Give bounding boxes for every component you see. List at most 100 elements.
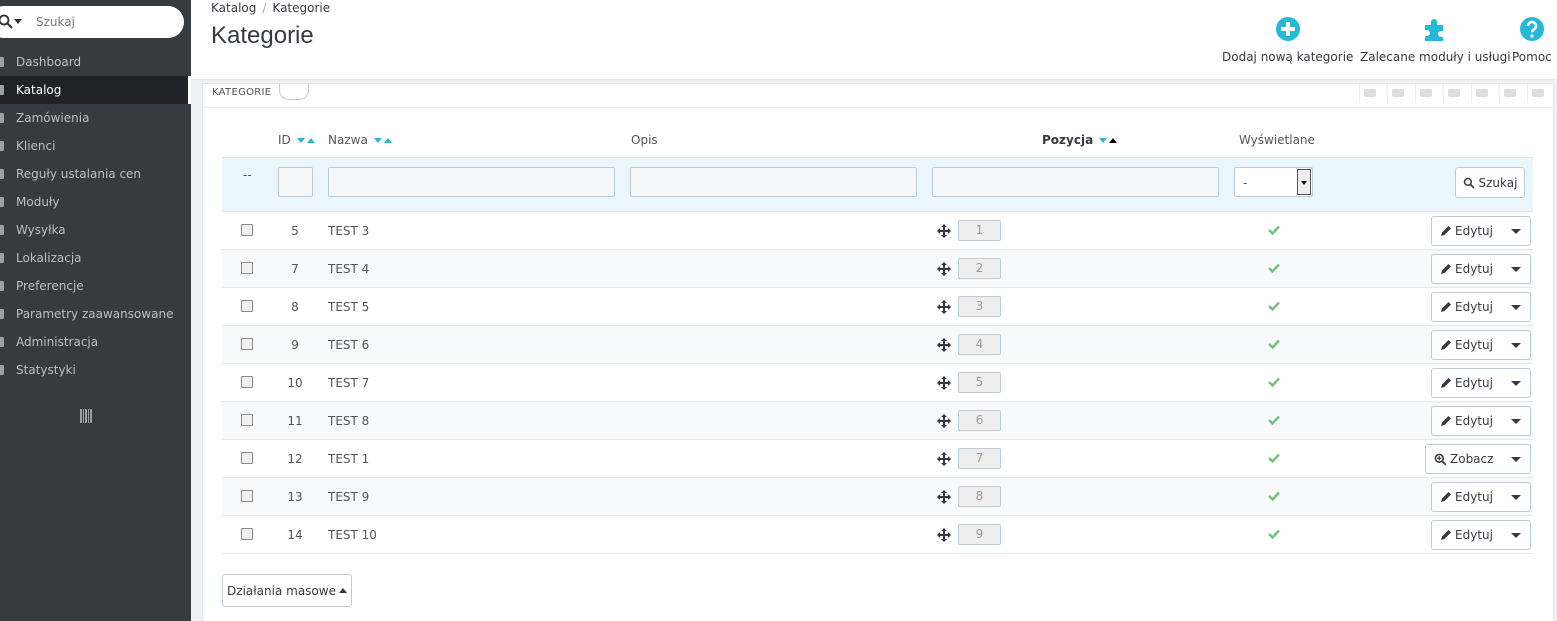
- filter-search-button[interactable]: Szukaj: [1455, 167, 1525, 198]
- cell-name: TEST 3: [328, 224, 370, 238]
- row-action-dropdown-toggle[interactable]: [1502, 369, 1530, 397]
- sidebar-item-statystyki[interactable]: Statystyki: [0, 356, 191, 384]
- sidebar-menu: Dashboard Katalog Zamówienia Klienci Reguły …: [0, 48, 191, 384]
- row-checkbox[interactable]: [241, 262, 253, 274]
- row-checkbox[interactable]: [241, 300, 253, 312]
- check-icon[interactable]: [1268, 377, 1280, 387]
- check-icon[interactable]: [1268, 225, 1280, 235]
- drag-handle-icon[interactable]: [937, 376, 951, 390]
- breadcrumb-item-katalog[interactable]: Katalog: [211, 1, 256, 15]
- check-icon[interactable]: [1268, 339, 1280, 349]
- edit-button[interactable]: Edytuj: [1432, 407, 1502, 435]
- recommended-modules-button[interactable]: Zalecane moduły i usługi: [1360, 16, 1511, 64]
- edit-button[interactable]: Edytuj: [1432, 331, 1502, 359]
- drag-handle-icon[interactable]: [937, 414, 951, 428]
- edit-button[interactable]: Edytuj: [1432, 217, 1502, 245]
- sort-asc-icon[interactable]: [306, 138, 315, 143]
- row-action-dropdown-toggle[interactable]: [1502, 521, 1530, 549]
- drag-handle-icon[interactable]: [937, 490, 951, 504]
- database-icon[interactable]: [1527, 84, 1547, 102]
- select-arrow-icon[interactable]: [1297, 169, 1311, 195]
- edit-button[interactable]: Edytuj: [1432, 521, 1502, 549]
- check-icon[interactable]: [1268, 453, 1280, 463]
- sidebar-search[interactable]: [0, 6, 184, 38]
- drag-handle-icon[interactable]: [937, 224, 951, 238]
- edit-button[interactable]: Edytuj: [1432, 369, 1502, 397]
- sort-desc-icon[interactable]: [373, 138, 382, 143]
- row-action-dropdown-toggle[interactable]: [1502, 331, 1530, 359]
- check-icon[interactable]: [1268, 415, 1280, 425]
- sidebar-item-dashboard[interactable]: Dashboard: [0, 48, 191, 76]
- edit-button[interactable]: Edytuj: [1432, 483, 1502, 511]
- row-checkbox[interactable]: [241, 528, 253, 540]
- sidebar-item-lokalizacja[interactable]: Lokalizacja: [0, 244, 191, 272]
- collapse-sidebar-icon[interactable]: [80, 409, 92, 423]
- sidebar-search-input[interactable]: [36, 13, 166, 31]
- sidebar-item-wysyłka[interactable]: Wysyłka: [0, 216, 191, 244]
- bulk-actions-button[interactable]: Działania masowe: [222, 574, 352, 607]
- filter-name-input[interactable]: [328, 167, 615, 197]
- filter-position-input[interactable]: [932, 167, 1219, 197]
- sidebar-item-katalog[interactable]: Katalog: [0, 76, 191, 104]
- drag-handle-icon[interactable]: [937, 452, 951, 466]
- sidebar-item-administracja[interactable]: Administracja: [0, 328, 191, 356]
- caret-up-icon: [338, 588, 347, 593]
- sort-asc-icon[interactable]: [1109, 138, 1118, 143]
- row-action-dropdown-toggle[interactable]: [1502, 293, 1530, 321]
- row-checkbox[interactable]: [241, 414, 253, 426]
- sidebar-item-klienci[interactable]: Klienci: [0, 132, 191, 160]
- chevron-down-icon[interactable]: [14, 19, 22, 24]
- help-button[interactable]: Pomoc: [1512, 16, 1552, 64]
- filter-id-input[interactable]: [278, 167, 313, 197]
- sort-asc-icon[interactable]: [383, 138, 392, 143]
- check-icon[interactable]: [1268, 529, 1280, 539]
- row-checkbox[interactable]: [241, 490, 253, 502]
- menu-item-icon: [0, 57, 4, 67]
- column-name[interactable]: Nazwa: [328, 133, 392, 147]
- sidebar-item-moduły[interactable]: Moduły: [0, 188, 191, 216]
- row-action-dropdown-toggle[interactable]: [1502, 255, 1530, 283]
- sql-icon[interactable]: [1499, 84, 1519, 102]
- edit-button[interactable]: Edytuj: [1432, 255, 1502, 283]
- row-action-dropdown-toggle[interactable]: [1502, 217, 1530, 245]
- sidebar-item-zamówienia[interactable]: Zamówienia: [0, 104, 191, 132]
- row-checkbox[interactable]: [241, 376, 253, 388]
- sidebar-item-label: Reguły ustalania cen: [16, 167, 142, 181]
- refresh-icon[interactable]: [1471, 84, 1491, 102]
- column-position[interactable]: Pozycja: [1042, 133, 1118, 147]
- sidebar-item-reguły-ustalania-cen[interactable]: Reguły ustalania cen: [0, 160, 191, 188]
- cell-name: TEST 10: [328, 528, 377, 542]
- page-title: Kategorie: [211, 22, 314, 49]
- panel-title: KATEGORIE: [212, 87, 272, 98]
- export-icon[interactable]: [1387, 84, 1407, 102]
- row-checkbox[interactable]: [241, 338, 253, 350]
- drag-handle-icon[interactable]: [937, 300, 951, 314]
- search-icon[interactable]: [0, 14, 14, 30]
- sidebar-item-parametry-zaawansowane[interactable]: Parametry zaawansowane: [0, 300, 191, 328]
- row-action-dropdown-toggle[interactable]: [1502, 483, 1530, 511]
- row-action-group: Edytuj: [1431, 292, 1531, 322]
- drag-handle-icon[interactable]: [937, 528, 951, 542]
- filter-description-input[interactable]: [630, 167, 917, 197]
- row-checkbox[interactable]: [241, 224, 253, 236]
- sort-desc-icon[interactable]: [1099, 138, 1108, 143]
- import-icon[interactable]: [1415, 84, 1435, 102]
- sidebar-item-preferencje[interactable]: Preferencje: [0, 272, 191, 300]
- drag-handle-icon[interactable]: [937, 262, 951, 276]
- edit-button[interactable]: Edytuj: [1432, 293, 1502, 321]
- view-button[interactable]: Zobacz: [1426, 445, 1503, 473]
- row-action-dropdown-toggle[interactable]: [1502, 445, 1530, 473]
- column-id[interactable]: ID: [278, 133, 315, 147]
- sort-desc-icon[interactable]: [296, 138, 305, 143]
- check-icon[interactable]: [1268, 491, 1280, 501]
- drag-handle-icon[interactable]: [937, 338, 951, 352]
- print-icon[interactable]: [1443, 84, 1463, 102]
- filter-displayed-select[interactable]: -: [1234, 167, 1313, 197]
- check-icon[interactable]: [1268, 301, 1280, 311]
- row-action-label: Zobacz: [1450, 452, 1494, 466]
- row-checkbox[interactable]: [241, 452, 253, 464]
- check-icon[interactable]: [1268, 263, 1280, 273]
- add-icon[interactable]: [1359, 84, 1379, 102]
- add-category-button[interactable]: Dodaj nową kategorie: [1222, 16, 1353, 64]
- row-action-dropdown-toggle[interactable]: [1502, 407, 1530, 435]
